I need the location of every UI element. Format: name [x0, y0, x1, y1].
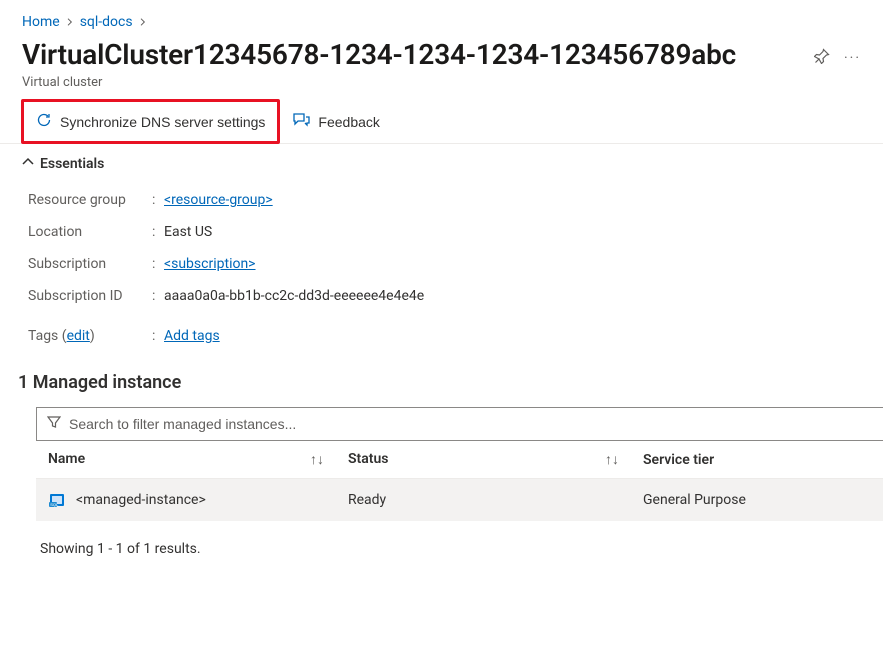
more-icon[interactable]: ···	[844, 50, 861, 66]
managed-instance-heading: 1 Managed instance	[0, 360, 883, 407]
feedback-icon	[292, 112, 310, 131]
sort-icon: ↑↓	[310, 451, 324, 468]
breadcrumb-parent[interactable]: sql-docs	[80, 14, 133, 30]
managed-instance-table: Name ↑↓ Status ↑↓ Service tier	[36, 441, 883, 521]
essentials-heading: Essentials	[40, 156, 104, 172]
resource-type-label: Virtual cluster	[0, 75, 883, 100]
breadcrumb-home[interactable]: Home	[22, 14, 60, 30]
refresh-icon	[36, 112, 52, 131]
col-status[interactable]: Status ↑↓	[336, 441, 631, 479]
feedback-label: Feedback	[318, 114, 379, 130]
add-tags-link[interactable]: Add tags	[164, 328, 220, 344]
col-name[interactable]: Name ↑↓	[36, 441, 336, 479]
subscription-link[interactable]: <subscription>	[164, 256, 256, 272]
kv-key-subscription: Subscription	[28, 256, 152, 272]
edit-tags-link[interactable]: edit	[67, 328, 90, 344]
feedback-button[interactable]: Feedback	[280, 100, 391, 143]
sort-icon: ↑↓	[605, 451, 619, 468]
breadcrumb: Home sql-docs	[0, 0, 883, 38]
result-count: Showing 1 - 1 of 1 results.	[0, 521, 883, 557]
sync-dns-button[interactable]: Synchronize DNS server settings	[21, 99, 280, 144]
chevron-right-icon	[139, 15, 147, 29]
table-row[interactable]: SQL <managed-instance> Ready General Pur…	[36, 479, 883, 522]
chevron-right-icon	[66, 15, 74, 29]
sync-dns-label: Synchronize DNS server settings	[60, 114, 265, 130]
filter-icon	[47, 415, 61, 433]
kv-key-subscription-id: Subscription ID	[28, 288, 152, 304]
essentials-grid: Resource group : <resource-group> Locati…	[0, 180, 883, 360]
chevron-up-icon	[22, 156, 34, 172]
managed-instance-tier: General Purpose	[631, 479, 883, 522]
command-bar: Synchronize DNS server settings Feedback	[0, 100, 883, 144]
page-title: VirtualCluster12345678-1234-1234-1234-12…	[22, 38, 806, 71]
pin-icon[interactable]	[814, 48, 830, 68]
essentials-toggle[interactable]: Essentials	[0, 144, 883, 180]
search-field[interactable]	[36, 407, 883, 441]
managed-instance-name: <managed-instance>	[76, 492, 206, 508]
location-value: East US	[164, 224, 212, 240]
search-input[interactable]	[69, 416, 873, 432]
col-tier[interactable]: Service tier	[631, 441, 883, 479]
kv-key-resource-group: Resource group	[28, 192, 152, 208]
subscription-id-value: aaaa0a0a-bb1b-cc2c-dd3d-eeeeee4e4e4e	[164, 288, 424, 304]
resource-group-link[interactable]: <resource-group>	[164, 192, 273, 208]
svg-text:SQL: SQL	[50, 502, 59, 507]
kv-key-location: Location	[28, 224, 152, 240]
managed-instance-status: Ready	[336, 479, 631, 522]
kv-key-tags: Tags (edit)	[28, 328, 152, 344]
managed-instance-icon: SQL	[48, 491, 66, 509]
